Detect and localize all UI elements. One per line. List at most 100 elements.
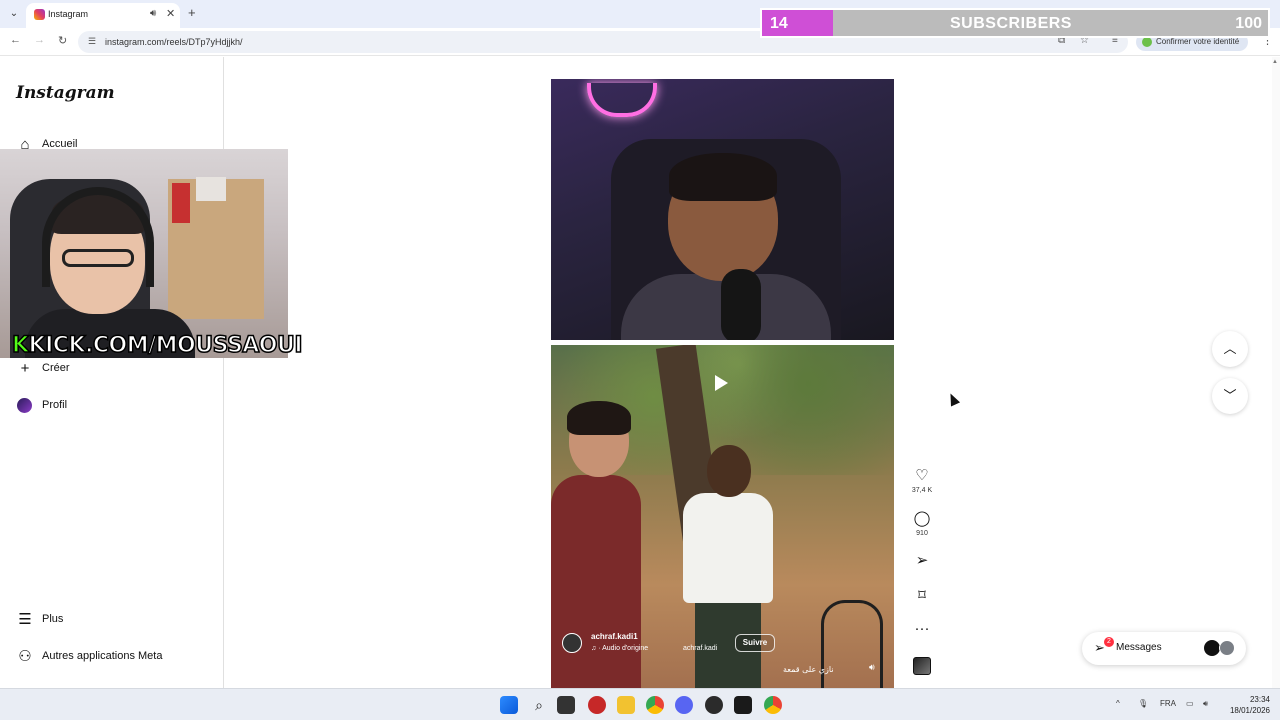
heart-icon[interactable]: ♡ — [906, 467, 938, 485]
bookmark-icon[interactable]: ⌑ — [906, 587, 938, 605]
cafe-chair — [821, 600, 883, 688]
webcam-box — [172, 183, 190, 223]
discord-icon[interactable] — [675, 696, 693, 714]
mouse-cursor-icon — [945, 391, 961, 407]
speaker-icon[interactable]: 🔊︎ — [869, 662, 875, 673]
audio-user[interactable]: achraf.kadi — [683, 645, 717, 652]
reel-author[interactable]: achraf.kadi1 — [591, 632, 638, 641]
webcam-box — [196, 177, 226, 201]
sidebar-item-label: Autres applications Meta — [42, 650, 163, 662]
chrome-icon[interactable] — [764, 696, 782, 714]
search-icon[interactable]: ⌕ — [530, 696, 548, 714]
url-text: instagram.com/reels/DTp7yHdjjkh/ — [105, 37, 243, 47]
clock-date: 18/01/2026 — [1229, 706, 1270, 715]
save-action[interactable]: ⌑ — [906, 587, 938, 605]
speaker-icon[interactable]: 🔊︎ — [1203, 699, 1208, 709]
kick-prefix: K — [11, 332, 30, 359]
plus-icon: + — [20, 360, 30, 377]
profile-icon — [1142, 37, 1152, 47]
tab-search-icon[interactable]: ⌄ — [6, 6, 22, 22]
reel-video-top[interactable] — [551, 79, 894, 340]
comment-icon[interactable]: ◯ — [906, 510, 938, 528]
webcam-headset — [42, 187, 154, 287]
subscriber-label: SUBSCRIBERS — [950, 15, 1072, 32]
obs-icon[interactable] — [705, 696, 723, 714]
microphone-icon[interactable]: 🎙︎ — [1138, 699, 1148, 708]
kick-url: KICK.COM/MOUSSAOUI — [28, 332, 303, 359]
reload-icon[interactable]: ↻ — [58, 34, 67, 47]
sidebar-item-label: Créer — [42, 362, 70, 374]
send-icon[interactable]: ➢ — [906, 552, 938, 570]
previous-reel-button[interactable]: ︿ — [1212, 331, 1248, 367]
next-reel-button[interactable]: ﹀ — [1212, 378, 1248, 414]
subscriber-goal-bar: 14 SUBSCRIBERS 100 — [760, 8, 1270, 38]
reel-audio[interactable]: ♫ · Audio d'origine — [591, 645, 648, 652]
subscriber-goal: 100 — [1235, 15, 1262, 32]
app-icon[interactable] — [588, 696, 606, 714]
windows-start-icon[interactable] — [500, 696, 518, 714]
scrollbar[interactable]: ▲ — [1272, 57, 1280, 688]
microphone — [721, 269, 761, 340]
streamer-webcam — [0, 149, 288, 358]
comment-count: 910 — [916, 530, 928, 537]
comment-action[interactable]: ◯ 910 — [906, 510, 938, 537]
more-horizontal-icon[interactable]: ··· — [906, 620, 938, 638]
instagram-favicon-icon — [34, 9, 45, 20]
sidebar-item-label: Plus — [42, 613, 64, 625]
messages-badge: 2 — [1104, 637, 1114, 647]
task-view-icon[interactable] — [557, 696, 575, 714]
file-explorer-icon[interactable] — [617, 696, 635, 714]
messages-label: Messages — [1116, 642, 1162, 653]
instagram-logo[interactable]: Instagram — [16, 83, 115, 103]
forward-arrow-icon[interactable]: → — [34, 34, 45, 46]
scroll-up-icon[interactable]: ▲ — [1272, 59, 1278, 65]
play-icon[interactable] — [715, 375, 728, 391]
avatar — [17, 398, 32, 413]
person-shirt — [683, 493, 773, 603]
network-icon[interactable]: ▭ — [1186, 699, 1194, 708]
language-indicator[interactable]: FRA — [1160, 699, 1176, 708]
sidebar-item-more[interactable]: ☰ Plus — [16, 610, 206, 632]
reel-caption: نازي على قمعة — [783, 665, 834, 674]
tab-instagram[interactable]: Instagram 🔊︎ ✕ — [26, 3, 180, 28]
speaker-icon[interactable]: 🔊︎ — [150, 8, 156, 19]
close-icon[interactable]: ✕ — [166, 7, 175, 20]
author-avatar[interactable] — [562, 633, 582, 653]
new-tab-plus-icon[interactable]: + — [188, 5, 196, 20]
sidebar-item-profile[interactable]: Profil — [16, 396, 206, 418]
menu-icon: ☰ — [18, 611, 32, 628]
sidebar-item-create[interactable]: + Créer — [16, 359, 206, 381]
person-body — [551, 475, 641, 688]
follow-button[interactable]: Suivre — [735, 634, 775, 652]
chevron-up-icon: ︿ — [1223, 341, 1237, 356]
like-count: 37,4 K — [911, 487, 933, 494]
identity-label: Confirmer votre identité — [1156, 37, 1240, 46]
person-head — [707, 445, 751, 497]
system-clock[interactable]: 23:34 18/01/2026 — [1224, 694, 1270, 716]
person-hair — [567, 401, 631, 435]
chrome-icon[interactable] — [646, 696, 664, 714]
more-action[interactable]: ··· — [906, 620, 938, 638]
share-action[interactable]: ➢ — [906, 552, 938, 570]
avatar — [1204, 640, 1220, 656]
chevron-up-icon[interactable]: ^ — [1116, 699, 1120, 708]
kick-channel-banner: KKICK.COM/MOUSSAOUI — [11, 332, 303, 359]
neon-light — [587, 83, 657, 117]
subscriber-count: 14 — [770, 15, 788, 32]
clock-time: 23:34 — [1249, 695, 1270, 704]
sidebar-item-label: Profil — [42, 399, 68, 411]
audio-label: · Audio d'origine — [598, 645, 649, 652]
taskbar: ⌕ ^ 🎙︎ FRA ▭ 🔊︎ 23:34 18/01/2026 — [0, 688, 1280, 720]
terminal-icon[interactable] — [734, 696, 752, 714]
reel-video-bottom[interactable]: achraf.kadi1 ♫ · Audio d'origine achraf.… — [551, 345, 894, 688]
back-arrow-icon[interactable]: ← — [10, 34, 21, 46]
avatar — [1219, 640, 1235, 656]
sidebar-item-meta-apps[interactable]: ⚇ Autres applications Meta — [16, 647, 206, 669]
like-action[interactable]: ♡ 37,4 K — [906, 467, 938, 494]
meta-apps-icon: ⚇ — [18, 648, 32, 665]
messages-button[interactable]: ➢ 2 Messages — [1082, 632, 1246, 665]
audio-thumbnail[interactable] — [913, 657, 931, 675]
chevron-down-icon: ﹀ — [1223, 388, 1237, 403]
site-info-icon[interactable]: ☰ — [88, 36, 96, 47]
person-hair — [669, 153, 777, 201]
